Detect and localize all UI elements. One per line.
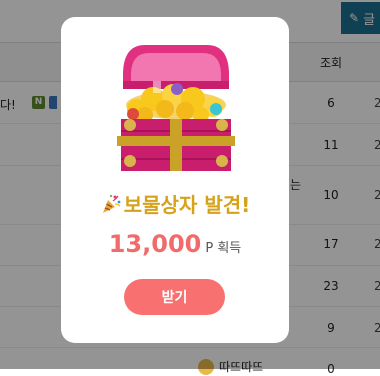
reward-title-text: 보물상자 발견! bbox=[123, 193, 251, 217]
points-value: 13,000 bbox=[108, 230, 202, 258]
points-unit: P 획득 bbox=[205, 241, 242, 256]
claim-reward-button[interactable]: 받기 bbox=[124, 279, 225, 315]
points-summary: 13,000 P 획득 bbox=[61, 230, 289, 258]
party-popper-icon bbox=[102, 194, 121, 213]
reward-title: 보물상자 발견! bbox=[61, 189, 289, 218]
treasure-chest-icon bbox=[117, 45, 235, 171]
treasure-reward-modal: 보물상자 발견! 13,000 P 획득 받기 bbox=[61, 17, 289, 343]
